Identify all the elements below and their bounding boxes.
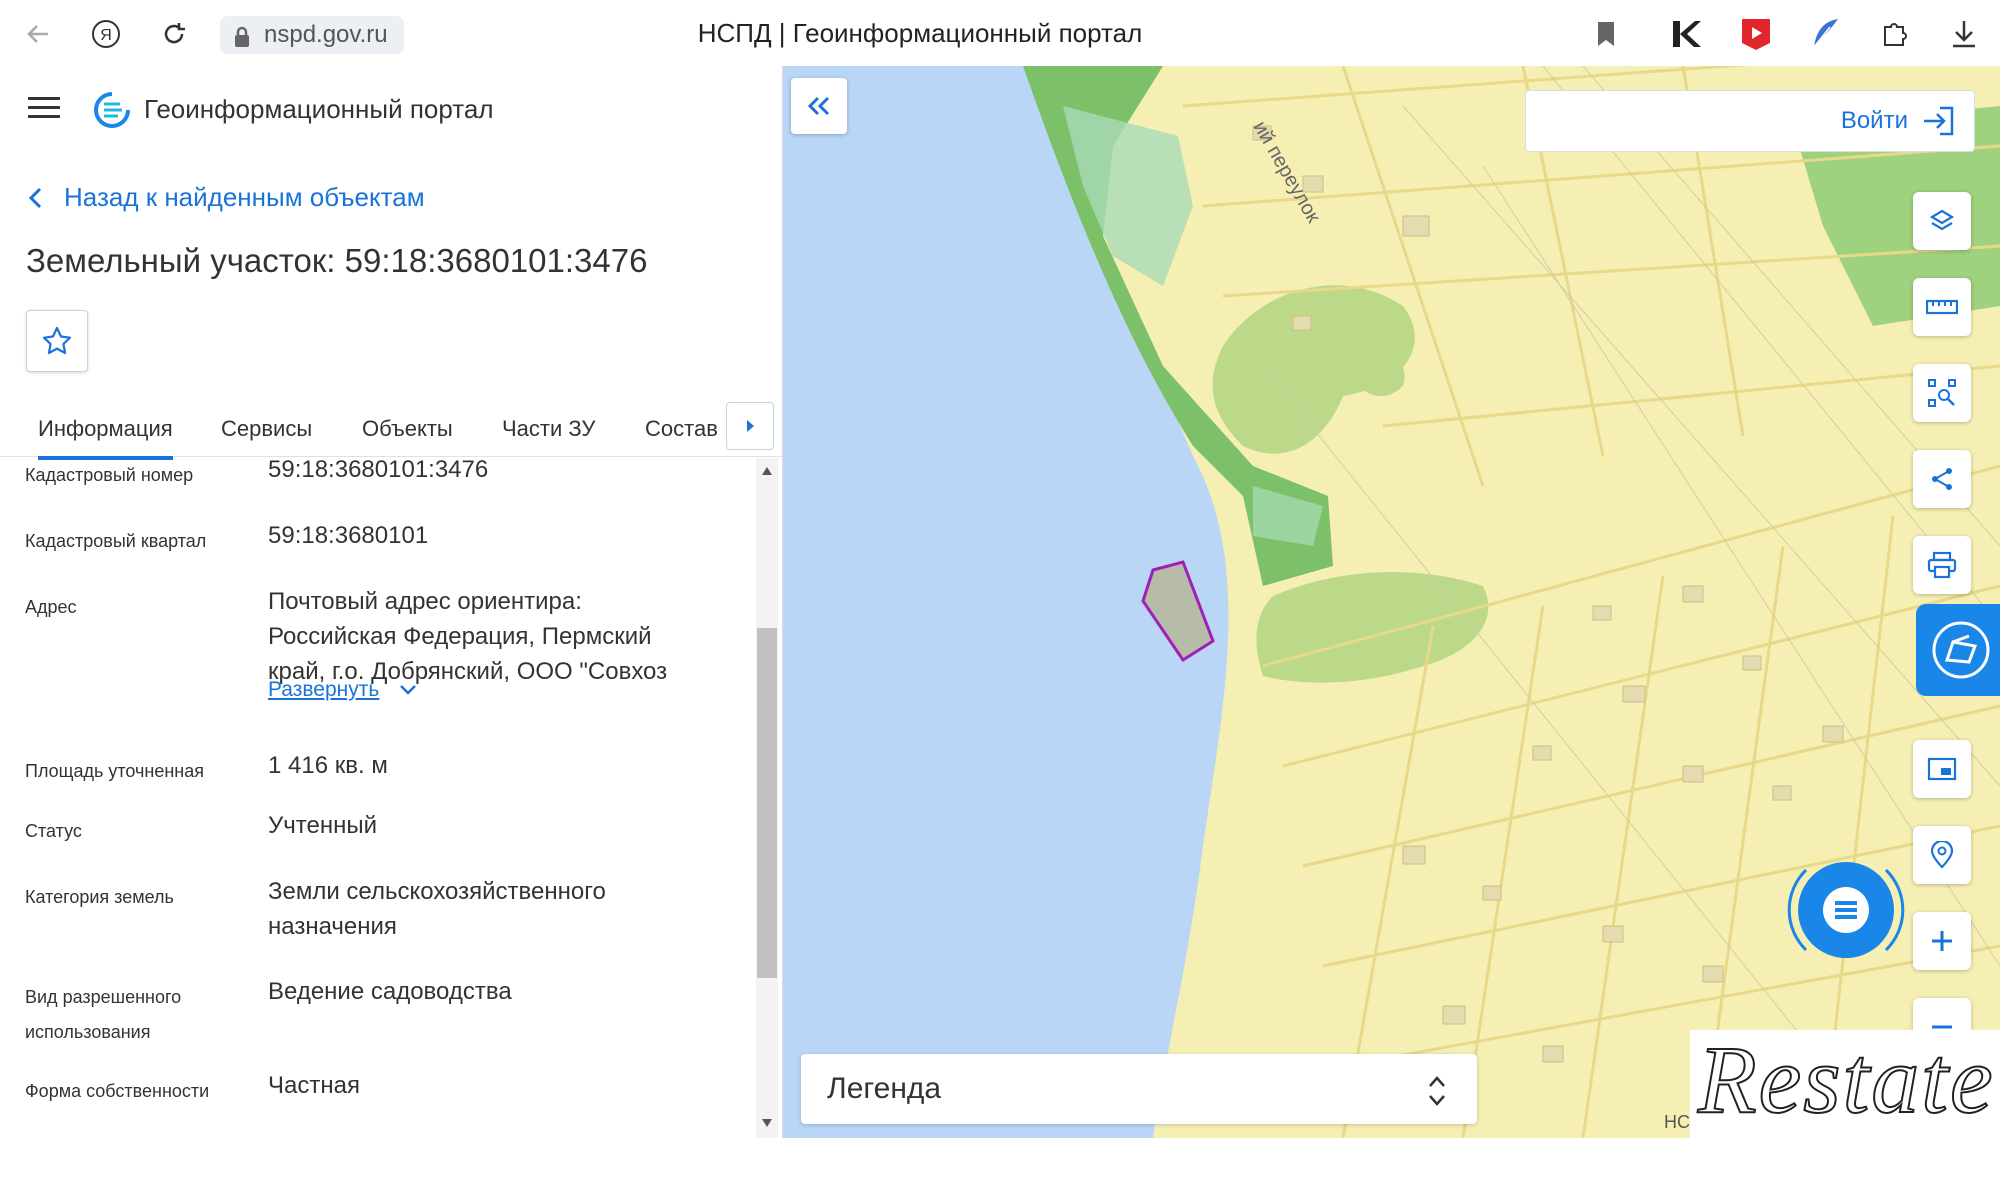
label-cadastral-number: Кадастровый номер — [25, 465, 194, 485]
scroll-down-icon[interactable] — [761, 1118, 773, 1128]
expand-collapse-icon — [1429, 1076, 1445, 1106]
scroll-up-icon[interactable] — [761, 466, 773, 476]
map-attribution: НС — [1664, 1112, 1690, 1132]
expand-address-link[interactable]: Развернуть — [268, 678, 417, 702]
tab-services[interactable]: Сервисы — [221, 416, 312, 442]
app-name: Геоинформационный портал — [144, 94, 494, 124]
area-search-icon — [1928, 379, 1956, 407]
browser-toolbar: Я nspd.gov.ru НСПД | Геоинформационный п… — [0, 0, 2000, 67]
measure-button[interactable] — [1913, 278, 1971, 336]
label-permitted-use-line-1: Вид разрешенного — [25, 987, 182, 1007]
star-icon — [42, 326, 72, 355]
share-icon — [1932, 468, 1952, 490]
layers-icon — [1929, 209, 1955, 231]
bookmark-icon[interactable] — [1586, 14, 1626, 54]
minimap-button[interactable] — [1913, 740, 1971, 798]
label-cadastral-quarter: Кадастровый квартал — [25, 531, 207, 551]
caret-right-icon — [747, 420, 754, 432]
value-cadastral-number: 59:18:3680101:3476 — [268, 458, 489, 483]
ruler-icon — [1926, 299, 1958, 315]
tab-land-parts[interactable]: Части ЗУ — [502, 416, 595, 442]
value-cadastral-quarter: 59:18:3680101 — [268, 522, 429, 549]
login-button[interactable]: Войти — [1525, 90, 1975, 152]
tab-information[interactable]: Информация — [38, 416, 173, 460]
chevron-down-icon — [400, 685, 417, 695]
value-area: 1 416 кв. м — [268, 752, 388, 779]
legend-panel[interactable]: Легенда — [801, 1054, 1477, 1124]
assistant-icon — [1932, 621, 1990, 679]
back-label: Назад к найденным объектам — [64, 182, 425, 212]
print-button[interactable] — [1913, 536, 1971, 594]
location-search-icon — [1930, 841, 1954, 869]
label-ownership: Форма собственности — [25, 1081, 210, 1101]
expand-label: Развернуть — [268, 678, 380, 701]
geolocation-button[interactable] — [1913, 826, 1971, 884]
value-address-line-1: Почтовый адрес ориентира: — [268, 588, 582, 615]
map-view[interactable]: ий переулок Войти Легенда — [783, 66, 2000, 1138]
label-address: Адрес — [25, 597, 77, 617]
scrollbar-thumb[interactable] — [757, 628, 777, 978]
label-permitted-use-line-2: использования — [25, 1022, 151, 1042]
chat-pulse-ring — [1787, 868, 1905, 952]
page-title-tab: НСПД | Геоинформационный портал — [697, 18, 1143, 48]
login-label: Войти — [1840, 107, 1908, 134]
watermark-text: Restate — [1697, 1025, 1995, 1134]
tabs-scroll-right-button[interactable] — [726, 402, 774, 450]
value-permitted-use: Ведение садоводства — [268, 978, 512, 1005]
value-address-line-2: Российская Федерация, Пермский — [268, 623, 652, 650]
picture-in-picture-icon — [1927, 757, 1957, 781]
legend-label: Легенда — [827, 1072, 942, 1105]
login-icon — [1924, 106, 1954, 136]
label-area: Площадь уточненная — [25, 761, 204, 781]
info-panel: Геоинформационный портал Назад к найденн… — [0, 66, 783, 1138]
share-button[interactable] — [1913, 450, 1971, 508]
tab-composition[interactable]: Состав — [645, 416, 718, 442]
object-title: Земельный участок: 59:18:3680101:3476 — [26, 242, 648, 279]
value-ownership: Частная — [268, 1072, 360, 1099]
extension-feather-icon[interactable] — [1806, 14, 1846, 54]
extension-k-icon[interactable] — [1666, 14, 1706, 54]
value-land-category-line-2: назначения — [268, 913, 397, 940]
plus-icon — [1932, 931, 1952, 951]
layers-button[interactable] — [1913, 192, 1971, 250]
extension-play-icon[interactable] — [1736, 14, 1776, 54]
value-status: Учтенный — [268, 812, 377, 839]
zoom-in-button[interactable] — [1913, 912, 1971, 970]
properties-list: Кадастровый номер 59:18:3680101:3476 Кад… — [0, 458, 756, 1204]
menu-icon[interactable] — [28, 96, 60, 124]
label-land-category: Категория земель — [25, 887, 174, 907]
favorite-button[interactable] — [26, 310, 88, 372]
extensions-puzzle-icon[interactable] — [1876, 14, 1916, 54]
restate-watermark: Restate — [1690, 1025, 2000, 1138]
back-to-results-link[interactable]: Назад к найденным объектам — [28, 182, 425, 213]
portal-logo-icon — [94, 92, 130, 132]
assistant-button[interactable] — [1916, 604, 2000, 696]
value-land-category-line-1: Земли сельскохозяйственного — [268, 878, 606, 905]
tab-bar: Информация Сервисы Объекты Части ЗУ Сост… — [0, 406, 782, 460]
collapse-panel-button[interactable] — [791, 78, 847, 134]
tab-objects[interactable]: Объекты — [362, 416, 453, 442]
area-select-button[interactable] — [1913, 364, 1971, 422]
printer-icon — [1927, 551, 1957, 579]
label-status: Статус — [25, 821, 82, 841]
double-chevron-left-icon — [807, 96, 830, 116]
download-icon[interactable] — [1944, 14, 1984, 54]
chevron-left-icon — [28, 187, 42, 208]
